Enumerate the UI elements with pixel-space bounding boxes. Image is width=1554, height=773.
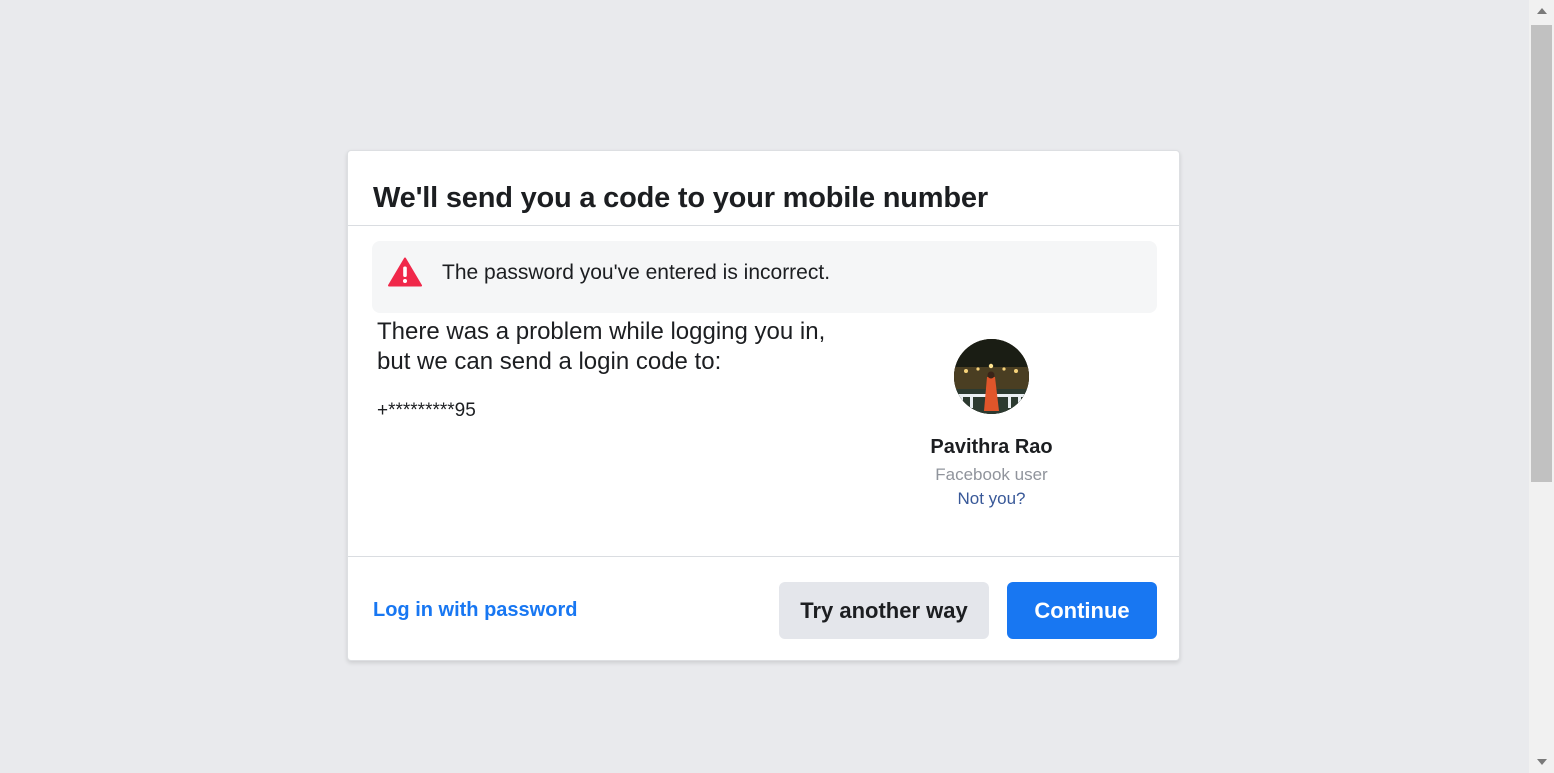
page: We'll send you a code to your mobile num… (0, 0, 1554, 773)
error-banner: The password you've entered is incorrect… (372, 241, 1157, 313)
profile-card: Pavithra Rao Facebook user Not you? (888, 339, 1095, 509)
warning-icon (388, 257, 422, 287)
try-another-way-button[interactable]: Try another way (779, 582, 989, 639)
profile-avatar (954, 339, 1029, 414)
profile-subtitle: Facebook user (935, 465, 1048, 484)
not-you-link[interactable]: Not you? (888, 489, 1095, 509)
log-in-with-password-link[interactable]: Log in with password (373, 599, 577, 622)
masked-phone-number: +*********95 (377, 400, 476, 421)
profile-name: Pavithra Rao (930, 436, 1053, 458)
vertical-scrollbar[interactable] (1529, 0, 1554, 773)
dialog-footer: Log in with password Try another way Con… (348, 556, 1179, 660)
login-code-dialog: We'll send you a code to your mobile num… (347, 150, 1180, 661)
continue-button[interactable]: Continue (1007, 582, 1157, 639)
error-message: The password you've entered is incorrect… (442, 261, 831, 284)
explanation-text: There was a problem while logging you in… (377, 318, 826, 375)
dialog-header: We'll send you a code to your mobile num… (348, 151, 1179, 226)
dialog-title: We'll send you a code to your mobile num… (373, 182, 988, 214)
scroll-up-arrow-icon[interactable] (1537, 8, 1547, 14)
scrollbar-thumb[interactable] (1531, 25, 1552, 482)
scroll-down-arrow-icon[interactable] (1537, 759, 1547, 765)
